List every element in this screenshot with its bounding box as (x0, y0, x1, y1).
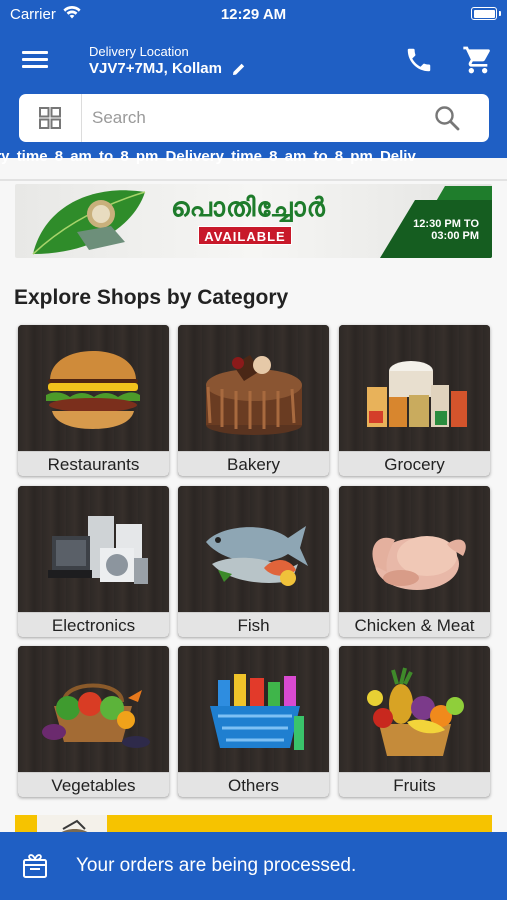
category-label: Electronics (18, 612, 169, 637)
edit-icon[interactable] (232, 62, 246, 76)
category-label: Grocery (339, 451, 490, 476)
categories-grid-button[interactable] (19, 94, 82, 142)
category-chicken-meat[interactable]: Chicken & Meat (339, 486, 490, 637)
category-label: Chicken & Meat (339, 612, 490, 637)
delivery-time-ticker-text: ery time 8 am to 8 pm Delivery time 8 am… (0, 148, 416, 165)
status-time: 12:29 AM (220, 6, 287, 23)
delivery-location-label: Delivery Location (89, 44, 189, 59)
category-others[interactable]: Others (178, 646, 329, 797)
category-label: Fish (178, 612, 329, 637)
banner-time-start: 12:30 PM TO (413, 218, 479, 230)
search-bar (19, 94, 489, 142)
category-bakery[interactable]: Bakery (178, 325, 329, 476)
category-grocery[interactable]: Grocery (339, 325, 490, 476)
burger-icon (46, 351, 140, 429)
battery-icon (471, 7, 497, 20)
status-bar: Carrier 12:29 AM (0, 0, 507, 30)
banner-time-end: 03:00 PM (431, 230, 479, 242)
category-label: Fruits (339, 772, 490, 797)
fish-icon (206, 526, 308, 586)
category-label: Others (178, 772, 329, 797)
order-status-bar[interactable]: Your orders are being processed. (0, 832, 507, 900)
section-title: Explore Shops by Category (14, 286, 289, 309)
grid-icon (39, 107, 61, 129)
delivery-time-ticker: ery time 8 am to 8 pm Delivery time 8 am… (0, 145, 507, 167)
order-status-message: Your orders are being processed. (76, 855, 357, 876)
category-label: Restaurants (18, 451, 169, 476)
battery-tip (499, 11, 501, 16)
category-vegetables[interactable]: Vegetables (18, 646, 169, 797)
order-box-icon (23, 854, 47, 878)
menu-button[interactable] (22, 48, 48, 70)
category-fish[interactable]: Fish (178, 486, 329, 637)
category-restaurants[interactable]: Restaurants (18, 325, 169, 476)
basket-icon (210, 674, 304, 750)
banner-title: പൊതിച്ചോർ (171, 192, 326, 222)
vegetables-icon (42, 683, 150, 748)
search-input[interactable] (82, 98, 433, 138)
cake-icon (206, 355, 302, 435)
banner-available-badge: AVAILABLE (198, 226, 292, 245)
category-label: Bakery (178, 451, 329, 476)
appliances-icon (48, 516, 148, 584)
category-fruits[interactable]: Fruits (339, 646, 490, 797)
cart-icon[interactable] (462, 44, 494, 76)
banner-time: 12:30 PM TO 03:00 PM (413, 218, 479, 242)
grocery-icon (367, 361, 467, 427)
fruits-icon (367, 667, 464, 756)
delivery-location[interactable]: Delivery Location VJV7+7MJ, Kollam (89, 44, 246, 77)
divider (0, 179, 507, 181)
meal-banner[interactable]: പൊതിച്ചോർ AVAILABLE 12:30 PM TO 03:00 PM (15, 184, 492, 258)
chicken-icon (372, 536, 466, 590)
app-header: Carrier 12:29 AM Delivery Location VJV7+… (0, 0, 507, 165)
delivery-location-value: VJV7+7MJ, Kollam (89, 60, 222, 77)
category-electronics[interactable]: Electronics (18, 486, 169, 637)
search-icon[interactable] (433, 104, 461, 132)
category-label: Vegetables (18, 772, 169, 797)
phone-icon[interactable] (404, 45, 434, 75)
